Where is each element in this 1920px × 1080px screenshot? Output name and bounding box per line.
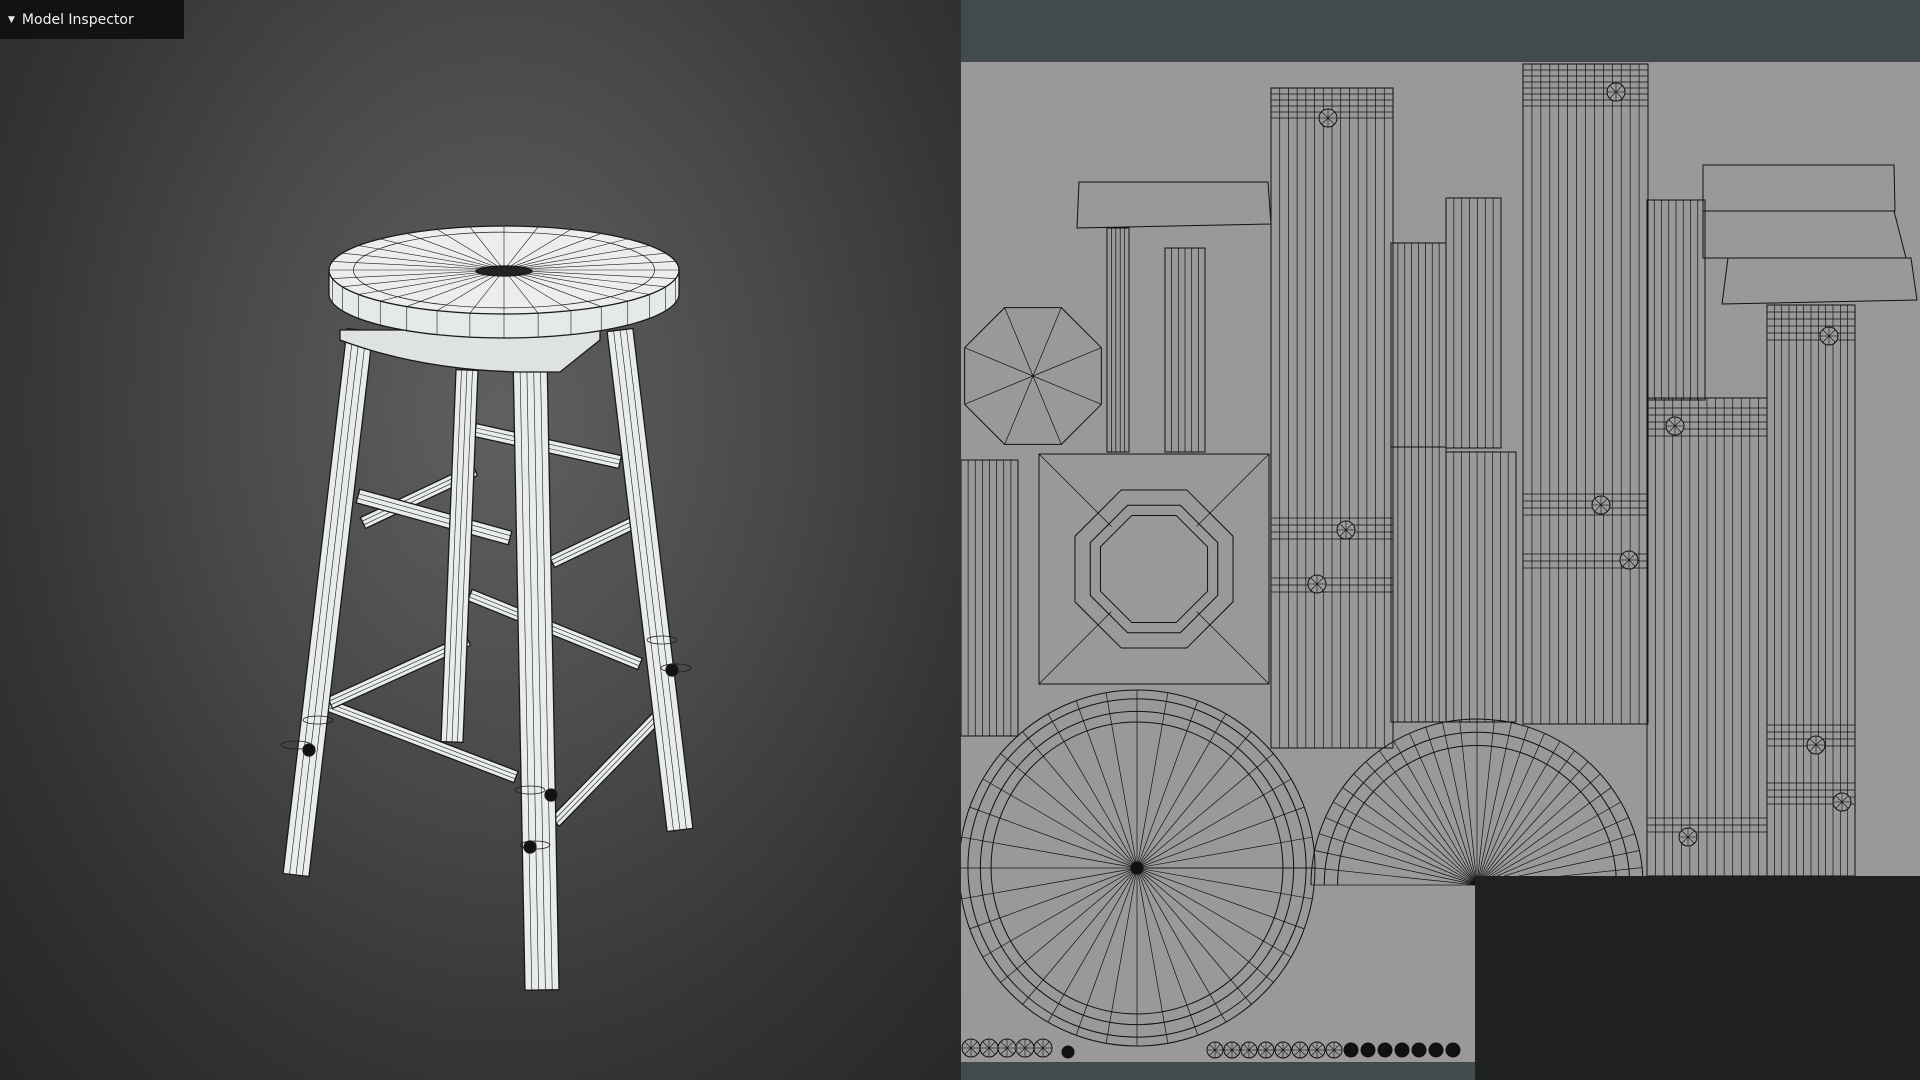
uv-seat-disc-center <box>1130 861 1144 875</box>
dowel-hole <box>523 840 537 854</box>
panel-title: Model Inspector <box>21 11 134 28</box>
uv-tiny-dot <box>1411 1042 1427 1058</box>
uv-frame-bottom <box>961 1062 1475 1080</box>
uv-tiny-dot <box>1343 1042 1359 1058</box>
dowel-hole <box>665 663 679 677</box>
rung-right-low <box>466 588 644 671</box>
uv-tiny-dot <box>1360 1042 1376 1058</box>
uv-tiny-dot <box>1394 1042 1410 1058</box>
uv-tiny-dot <box>1061 1045 1075 1059</box>
rung-front-lower <box>322 697 519 784</box>
3d-viewport[interactable] <box>0 0 961 1080</box>
uv-tiny-dot <box>1377 1042 1393 1058</box>
seat-center <box>475 265 533 277</box>
model-inspector-header[interactable]: ▼ Model Inspector <box>0 0 184 39</box>
uv-tiny-dot <box>1445 1042 1461 1058</box>
uv-tiny-dot <box>1428 1042 1444 1058</box>
uv-editor[interactable] <box>961 0 1920 1080</box>
dowel-hole <box>302 743 316 757</box>
uv-empty-region <box>1475 876 1920 1080</box>
dowel-hole <box>544 788 558 802</box>
caret-down-icon: ▼ <box>8 14 15 25</box>
stool-wireframe-model <box>280 225 694 991</box>
